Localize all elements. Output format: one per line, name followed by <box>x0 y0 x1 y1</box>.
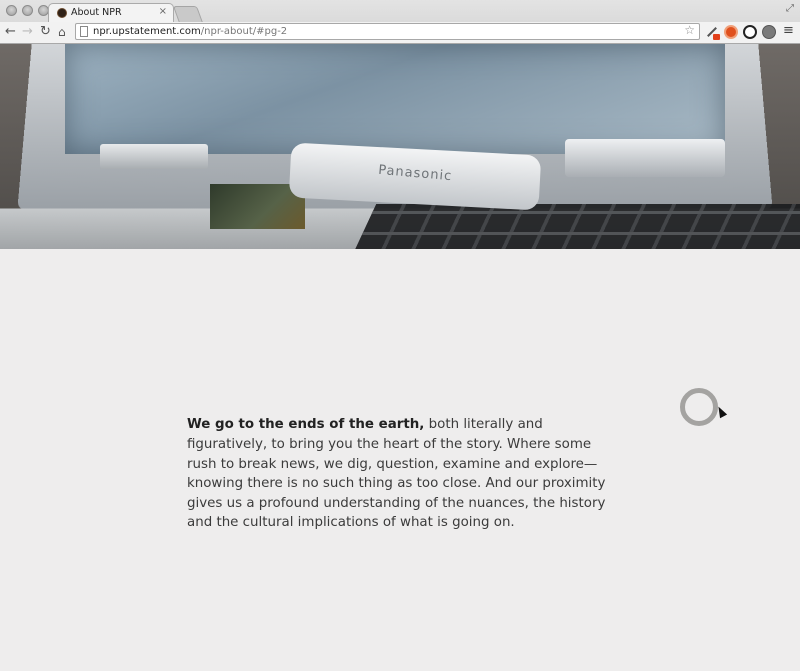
loading-spinner-icon <box>680 388 718 426</box>
extension-orange-icon[interactable] <box>724 25 738 39</box>
laptop-keyboard <box>344 204 800 249</box>
tab-title: About NPR <box>71 7 122 18</box>
home-icon[interactable]: ⌂ <box>58 23 66 41</box>
content-section: We go to the ends of the earth, both lit… <box>0 249 800 671</box>
url-host: npr.upstatement.com <box>93 26 201 37</box>
close-window-button[interactable] <box>6 5 17 16</box>
laptop-screen <box>65 44 725 154</box>
laptop-hinge-left <box>100 144 208 169</box>
browser-toolbar: ← → ↻ ⌂ npr.upstatement.com/npr-about/#p… <box>0 22 800 43</box>
minimize-window-button[interactable] <box>22 5 33 16</box>
page-icon <box>80 26 88 37</box>
back-arrow-icon[interactable]: ← <box>5 23 16 41</box>
laptop-hinge-right <box>565 139 725 177</box>
bookmark-star-icon[interactable]: ☆ <box>684 23 695 38</box>
intro-paragraph: We go to the ends of the earth, both lit… <box>187 415 612 533</box>
menu-icon[interactable]: ≡ <box>783 23 794 38</box>
url-text[interactable]: npr.upstatement.com/npr-about/#pg-2 <box>93 24 287 39</box>
hero-laptop-image: Panasonic <box>0 44 800 249</box>
body-text: both literally and figuratively, to brin… <box>187 417 605 530</box>
laptop-brand-logo: Panasonic <box>378 163 453 184</box>
eyedropper-extension-icon[interactable] <box>705 25 719 39</box>
browser-tab-active[interactable]: About NPR × <box>48 3 174 22</box>
forward-arrow-icon[interactable]: → <box>22 23 33 41</box>
address-bar[interactable]: npr.upstatement.com/npr-about/#pg-2 ☆ <box>75 23 700 40</box>
extension-gray-icon[interactable] <box>762 25 776 39</box>
extension-block-icon[interactable] <box>743 25 757 39</box>
reload-icon[interactable]: ↻ <box>40 23 51 41</box>
browser-chrome: About NPR × ⤢ ← → ↻ ⌂ npr.upstatement.co… <box>0 0 800 44</box>
window-controls <box>6 5 49 16</box>
fullscreen-icon[interactable]: ⤢ <box>786 3 794 14</box>
new-tab-button[interactable] <box>173 6 203 23</box>
tab-close-icon[interactable]: × <box>159 6 167 17</box>
npr-favicon-icon <box>57 8 67 18</box>
lead-bold-text: We go to the ends of the earth, <box>187 417 424 432</box>
url-path: /npr-about/#pg-2 <box>201 26 287 37</box>
